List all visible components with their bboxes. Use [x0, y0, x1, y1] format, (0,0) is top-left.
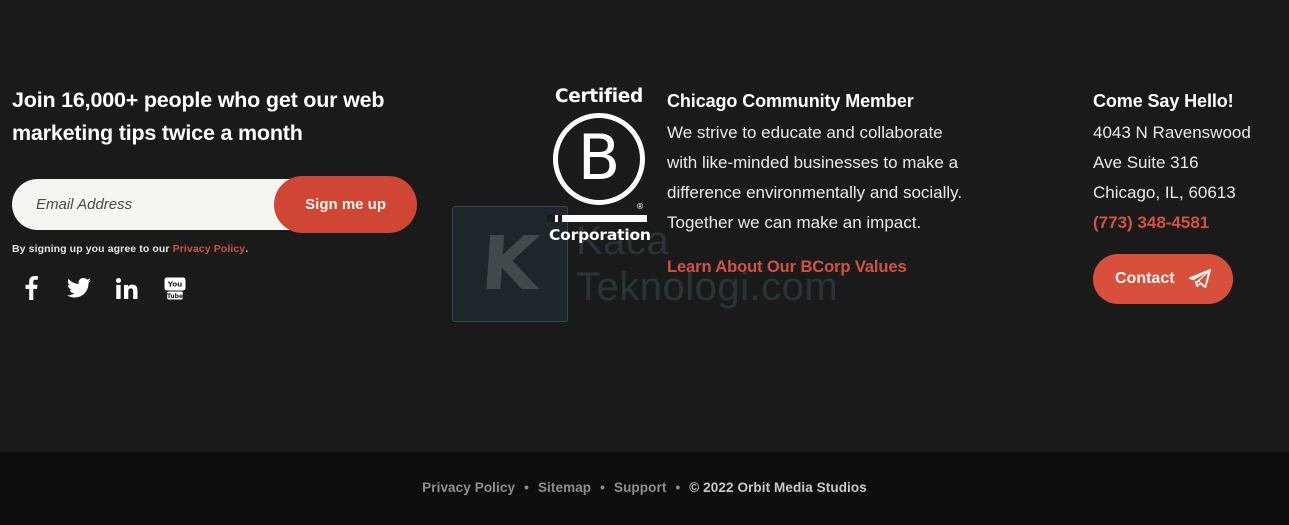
bcorp-logo: Certified B ® Corporation — [547, 86, 651, 244]
footer-links: Privacy Policy • Sitemap • Support • © 2… — [422, 480, 867, 495]
community-column: Chicago Community Member We strive to ed… — [667, 88, 967, 277]
community-body: We strive to educate and collaborate wit… — [667, 123, 963, 232]
twitter-icon[interactable] — [66, 275, 92, 301]
bcorp-divider-bar — [547, 215, 647, 222]
newsletter-column: Join 16,000+ people who get our web mark… — [12, 84, 422, 301]
phone-link[interactable]: (773) 348-4581 — [1093, 208, 1288, 238]
contact-button[interactable]: Contact — [1093, 254, 1233, 304]
bcorp-values-link[interactable]: Learn About Our BCorp Values — [667, 258, 907, 277]
bcorp-certified-label: Certified — [555, 86, 643, 107]
linkedin-icon[interactable] — [114, 275, 140, 301]
facebook-icon[interactable] — [18, 275, 44, 301]
address-line-2: Ave Suite 316 — [1093, 153, 1199, 172]
social-links: You Tube — [12, 275, 422, 301]
footer-page: K Kaca Teknologi.com Join 16,000+ people… — [0, 0, 1289, 525]
bcorp-circle-b-icon: B ® — [553, 113, 645, 211]
youtube-icon[interactable]: You Tube — [162, 275, 188, 301]
svg-text:You: You — [167, 279, 183, 288]
footer-separator: • — [675, 480, 681, 495]
footer-main: Join 16,000+ people who get our web mark… — [0, 0, 1289, 452]
consent-prefix: By signing up you agree to our — [12, 243, 173, 255]
contact-column: Come Say Hello! 4043 N Ravenswood Ave Su… — [1093, 88, 1288, 304]
privacy-policy-link[interactable]: Privacy Policy — [173, 243, 246, 255]
consent-suffix: . — [245, 243, 249, 255]
footer-separator: • — [524, 480, 529, 495]
svg-text:Tube: Tube — [167, 293, 183, 300]
address-line-3: Chicago, IL, 60613 — [1093, 183, 1236, 202]
footer-separator: • — [600, 480, 605, 495]
community-title: Chicago Community Member — [667, 91, 914, 111]
contact-title: Come Say Hello! — [1093, 91, 1234, 111]
sign-me-up-button[interactable]: Sign me up — [274, 176, 417, 233]
bcorp-registered-mark: ® — [636, 202, 644, 211]
contact-button-label: Contact — [1115, 270, 1175, 287]
newsletter-headline: Join 16,000+ people who get our web mark… — [12, 88, 385, 145]
footer-link-privacy-policy[interactable]: Privacy Policy — [422, 480, 515, 495]
footer-bar: Privacy Policy • Sitemap • Support • © 2… — [0, 452, 1289, 525]
contact-address: 4043 N Ravenswood Ave Suite 316 Chicago,… — [1093, 118, 1288, 238]
newsletter-form: Sign me up — [12, 176, 417, 233]
bcorp-letter: B — [577, 120, 621, 194]
footer-copyright: © 2022 Orbit Media Studios — [689, 480, 867, 495]
paper-plane-icon — [1188, 269, 1211, 289]
footer-link-support[interactable]: Support — [614, 480, 666, 495]
address-line-1: 4043 N Ravenswood — [1093, 123, 1251, 142]
bcorp-corporation-label: Corporation — [549, 226, 651, 244]
consent-text: By signing up you agree to our Privacy P… — [12, 243, 422, 255]
footer-link-sitemap[interactable]: Sitemap — [538, 480, 591, 495]
